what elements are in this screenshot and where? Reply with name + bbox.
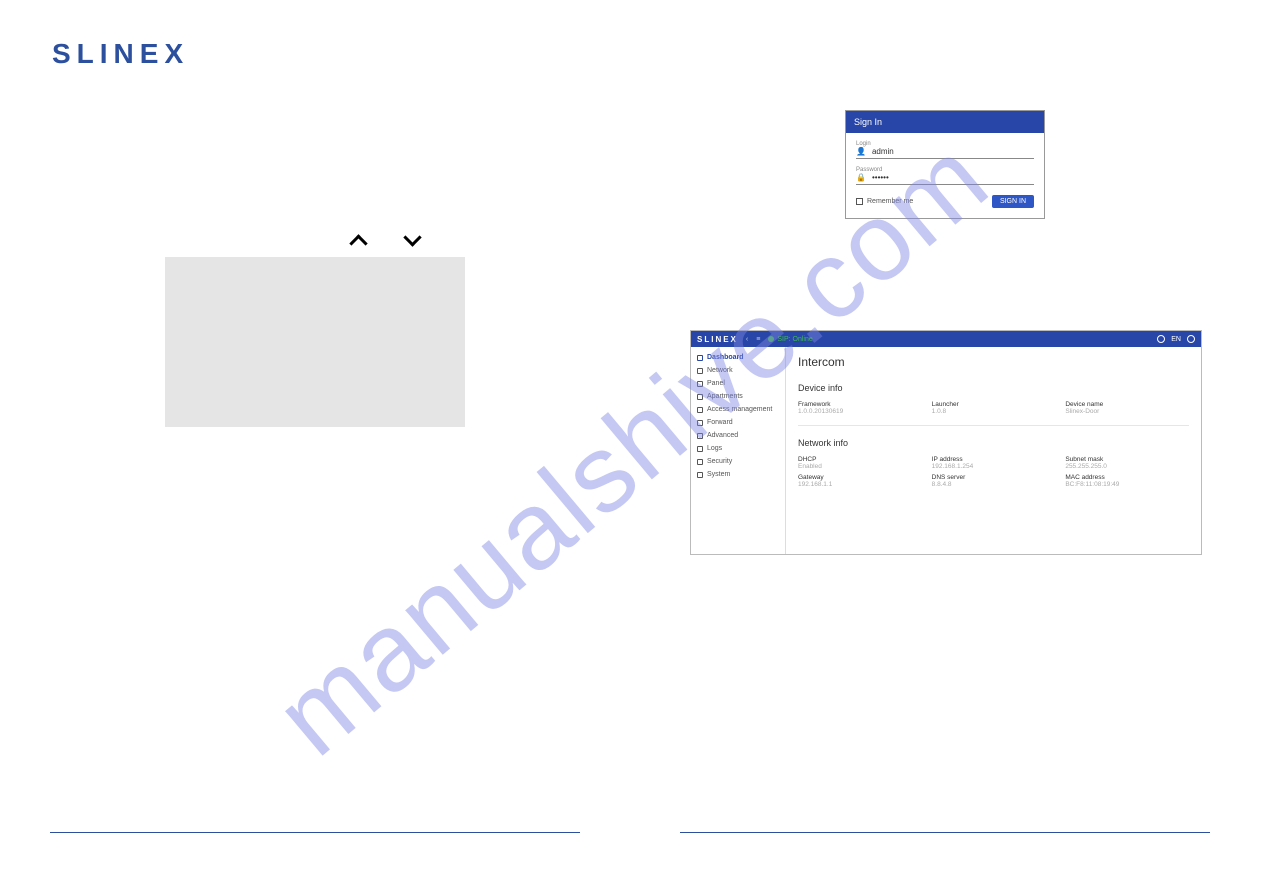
dash-main: Intercom Device info Framework1.0.0.2013… — [786, 347, 1201, 554]
info-value: 255.255.255.0 — [1065, 463, 1189, 470]
info-key: Device name — [1065, 401, 1189, 408]
info-key: Launcher — [932, 401, 1056, 408]
sip-label: SIP: Online — [777, 336, 812, 343]
signin-title: Sign In — [846, 111, 1044, 133]
info-key: Subnet mask — [1065, 456, 1189, 463]
sidebar-item-access[interactable]: Access management — [691, 403, 785, 416]
info-value: 192.168.1.254 — [932, 463, 1056, 470]
shield-icon — [697, 459, 703, 465]
signin-button[interactable]: SIGN IN — [992, 195, 1034, 208]
info-key: MAC address — [1065, 474, 1189, 481]
sidebar-item-panel[interactable]: Panel — [691, 377, 785, 390]
forward-icon — [697, 420, 703, 426]
password-input[interactable]: •••••• — [872, 173, 889, 182]
user-icon: 👤 — [856, 147, 866, 156]
brand-logo: SLINEX — [52, 38, 189, 70]
info-value: Slinex-Door — [1065, 408, 1189, 415]
info-value: 8.8.4.8 — [932, 481, 1056, 488]
info-key: DNS server — [932, 474, 1056, 481]
right-column: 8. Web interface Sign In Login 👤 admin P… — [680, 100, 1220, 309]
sidebar-item-forward[interactable]: Forward — [691, 416, 785, 429]
left-column: 7. Software 7.1. Software main menu Slid… — [50, 100, 590, 427]
log-icon — [697, 446, 703, 452]
menu-icon[interactable]: ≡ — [756, 336, 760, 343]
remember-checkbox[interactable]: Remember me — [856, 198, 913, 205]
gear-icon — [697, 433, 703, 439]
sidebar-item-system[interactable]: System — [691, 468, 785, 481]
arrow-up-icon — [350, 231, 366, 247]
dashboard-screenshot: SLINEX ‹ ≡ SIP: Online EN Dashboard Netw… — [690, 330, 1202, 555]
sidebar-item-logs[interactable]: Logs — [691, 442, 785, 455]
divider — [50, 832, 580, 833]
page-title: Intercom — [798, 355, 1189, 369]
sip-status: SIP: Online — [768, 336, 812, 343]
info-key: IP address — [932, 456, 1056, 463]
arrow-buttons-row — [350, 231, 590, 247]
info-value: 1.0.8 — [932, 408, 1056, 415]
network-icon — [697, 368, 703, 374]
status-dot-icon — [768, 336, 774, 342]
card-title: Device info — [798, 383, 1189, 393]
info-key: Framework — [798, 401, 922, 408]
screenshot-placeholder — [165, 257, 465, 427]
cog-icon — [697, 472, 703, 478]
info-key: Gateway — [798, 474, 922, 481]
signin-screenshot: Sign In Login 👤 admin Password 🔒 •••••• — [845, 110, 1045, 219]
globe-icon[interactable] — [1157, 335, 1165, 343]
grid-icon — [697, 355, 703, 361]
chevron-left-icon[interactable]: ‹ — [746, 336, 748, 343]
sidebar-item-apartments[interactable]: Apartments — [691, 390, 785, 403]
lang-label: EN — [1171, 336, 1181, 343]
sidebar-item-dashboard[interactable]: Dashboard — [691, 351, 785, 364]
building-icon — [697, 394, 703, 400]
dash-logo: SLINEX — [697, 335, 738, 344]
info-value: 192.168.1.1 — [798, 481, 922, 488]
divider — [680, 832, 1210, 833]
sidebar-item-network[interactable]: Network — [691, 364, 785, 377]
arrow-down-icon — [404, 231, 420, 247]
info-key: DHCP — [798, 456, 922, 463]
checkbox-icon — [856, 198, 863, 205]
card-title: Network info — [798, 438, 1189, 448]
sidebar-item-security[interactable]: Security — [691, 455, 785, 468]
info-value: Enabled — [798, 463, 922, 470]
remember-label: Remember me — [867, 198, 913, 205]
info-value: 1.0.0.20130619 — [798, 408, 922, 415]
lock-icon: 🔒 — [856, 173, 866, 182]
info-value: BC:F8:11:08:19:49 — [1065, 481, 1189, 488]
sidebar-item-advanced[interactable]: Advanced — [691, 429, 785, 442]
login-input[interactable]: admin — [872, 147, 894, 156]
user-menu-icon[interactable] — [1187, 335, 1195, 343]
dash-sidebar: Dashboard Network Panel Apartments Acces… — [691, 347, 786, 554]
panel-icon — [697, 381, 703, 387]
key-icon — [697, 407, 703, 413]
